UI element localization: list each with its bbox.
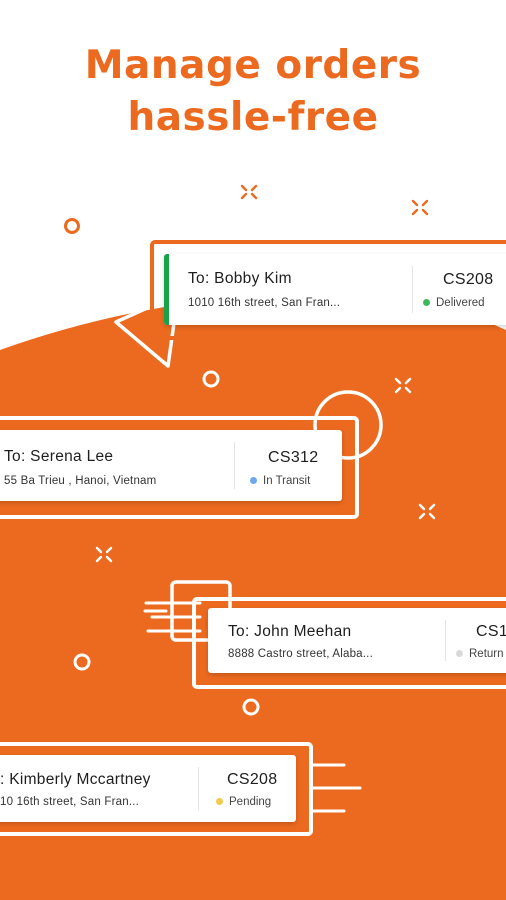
order-code: CS208 (443, 271, 494, 288)
order-status: Return (456, 648, 504, 660)
status-dot (216, 798, 223, 805)
recipient-name: To: Bobby Kim (188, 270, 292, 287)
order-status: Delivered (423, 297, 485, 309)
order-card[interactable]: To: John Meehan 8888 Castro street, Alab… (208, 608, 506, 673)
order-status: In Transit (250, 475, 310, 487)
status-label: Return (469, 648, 504, 660)
order-status: Pending (216, 796, 271, 808)
order-card[interactable]: : Kimberly Mccartney 10 16th street, San… (0, 755, 296, 822)
status-label: In Transit (263, 475, 311, 487)
status-dot (456, 650, 463, 657)
recipient-address: 10 16th street, San Fran... (0, 796, 140, 808)
recipient-address: 8888 Castro street, Alaba... (228, 648, 373, 660)
recipient-address: 1010 16th street, San Fran... (188, 297, 341, 309)
recipient-name: : Kimberly Mccartney (0, 771, 151, 788)
recipient-address: 55 Ba Trieu , Hanoi, Vietnam (4, 475, 157, 487)
status-dot (250, 477, 257, 484)
status-accent-bar (164, 254, 169, 325)
status-dot (423, 299, 430, 306)
recipient-name: To: Serena Lee (4, 448, 114, 465)
sparkle-icon (411, 199, 429, 216)
recipient-name: To: John Meehan (228, 623, 352, 640)
order-code: CS312 (268, 449, 319, 466)
order-card[interactable]: To: Serena Lee 55 Ba Trieu , Hanoi, Viet… (0, 430, 342, 501)
order-card[interactable]: To: Bobby Kim 1010 16th street, San Fran… (164, 254, 506, 325)
status-label: Delivered (436, 297, 485, 309)
sparkle-icon (240, 184, 258, 200)
order-code: CS208 (227, 771, 278, 788)
status-label: Pending (229, 796, 272, 808)
order-code: CS1 (476, 623, 506, 640)
